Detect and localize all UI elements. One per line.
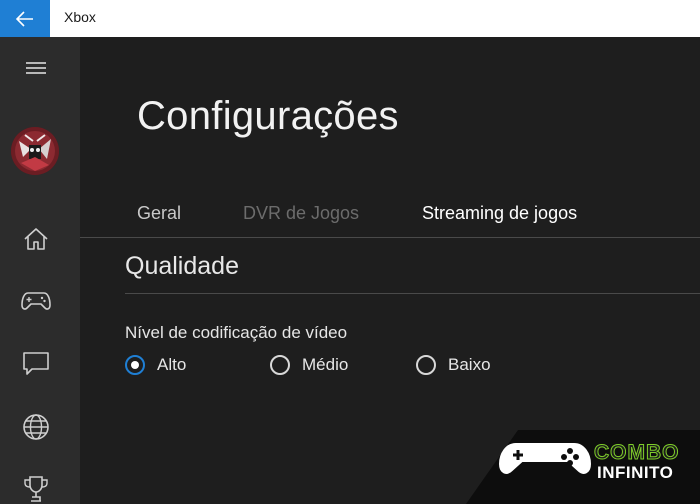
sidebar-item-network[interactable] <box>14 405 58 449</box>
radio-baixo[interactable]: Baixo <box>416 353 491 377</box>
globe-icon <box>23 414 49 440</box>
hamburger-menu-button[interactable] <box>14 46 58 90</box>
back-button[interactable] <box>0 0 50 37</box>
radio-label-medio: Médio <box>302 355 349 374</box>
tab-geral[interactable]: Geral <box>137 203 181 224</box>
page-title: Configurações <box>137 94 399 138</box>
profile-picture <box>11 127 59 175</box>
tab-dvr-de-jogos[interactable]: DVR de Jogos <box>243 203 359 224</box>
avatar[interactable] <box>11 127 59 175</box>
back-arrow-icon <box>16 10 33 27</box>
radio-alto[interactable]: Alto <box>125 353 186 377</box>
radio-medio[interactable]: Médio <box>270 353 348 377</box>
chat-icon <box>23 352 49 375</box>
home-icon <box>24 228 48 250</box>
gamepad-icon <box>21 292 51 310</box>
watermark-combo: COMBO <box>594 441 680 465</box>
radio-circle-selected[interactable] <box>125 355 145 375</box>
section-divider <box>125 293 700 294</box>
sidebar-item-home[interactable] <box>14 217 58 261</box>
watermark-infinito: INFINITO <box>597 463 674 482</box>
title-bar: Xbox <box>0 0 700 37</box>
radio-circle[interactable] <box>416 355 436 375</box>
tabs-divider <box>80 237 700 238</box>
tab-streaming-de-jogos[interactable]: Streaming de jogos <box>422 203 577 224</box>
hamburger-icon <box>26 62 46 74</box>
radio-circle[interactable] <box>270 355 290 375</box>
sidebar <box>0 37 80 504</box>
app-title: Xbox <box>64 9 96 25</box>
radio-label-alto: Alto <box>157 355 187 374</box>
trophy-icon <box>24 476 48 502</box>
sidebar-item-achievements[interactable] <box>14 467 58 504</box>
xbox-app-window: Xbox Configurações Geral DVR de Jogos St… <box>0 0 700 504</box>
sidebar-item-games[interactable] <box>14 279 58 323</box>
video-encoding-label: Nível de codificação de vídeo <box>125 323 348 342</box>
sidebar-item-messages[interactable] <box>14 342 58 386</box>
radio-label-baixo: Baixo <box>448 355 491 374</box>
section-title-qualidade: Qualidade <box>125 252 239 280</box>
